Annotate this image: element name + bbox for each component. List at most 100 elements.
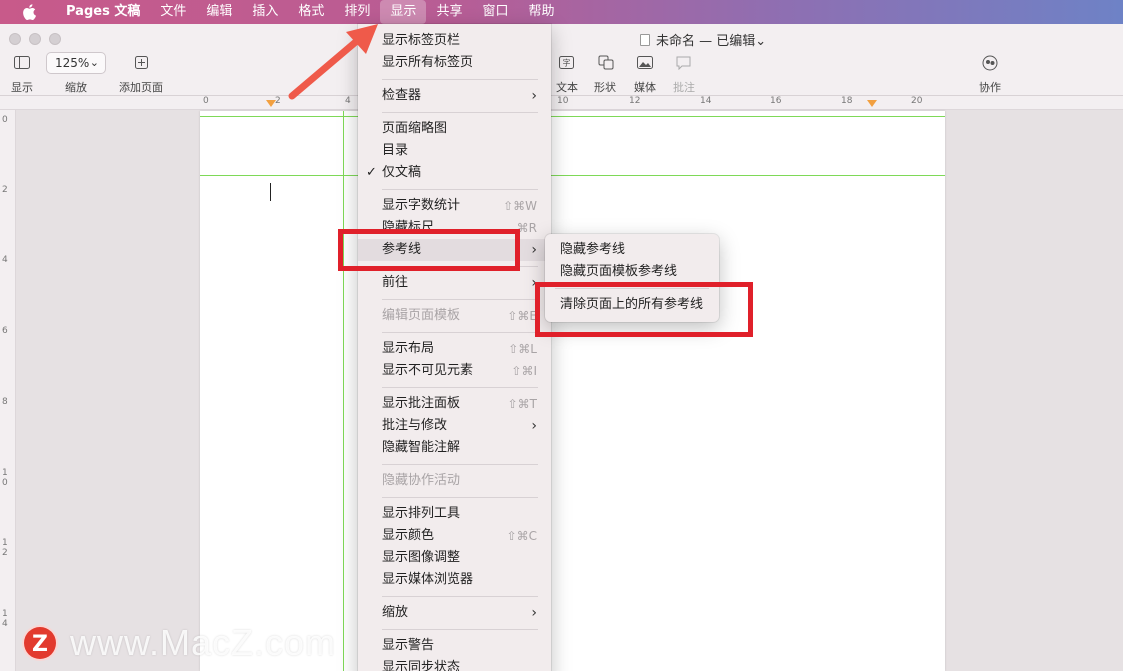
- alignment-guide[interactable]: [343, 111, 344, 671]
- menu-app-pages[interactable]: Pages 文稿: [56, 0, 150, 24]
- menu-shortcut: ⇧⌘I: [511, 364, 537, 378]
- menu-item-label: 显示字数统计: [382, 198, 461, 213]
- menu-item-label: 隐藏协作活动: [382, 473, 461, 488]
- ruler-tick: 0: [2, 115, 8, 125]
- zoom-label: 缩放: [65, 81, 87, 94]
- menu-item-go-to[interactable]: 前往 ›: [358, 272, 551, 294]
- ruler-tick: 8: [2, 397, 8, 407]
- alignment-guide[interactable]: [200, 116, 945, 117]
- menu-item-image-adjust[interactable]: 显示图像调整: [358, 547, 551, 569]
- add-page-icon[interactable]: [135, 56, 148, 69]
- menu-item-hide-collab-activity[interactable]: 隐藏协作活动: [358, 470, 551, 492]
- checkmark-icon: ✓: [366, 165, 377, 180]
- menu-item-arrange-tools[interactable]: 显示排列工具: [358, 503, 551, 525]
- right-indent-marker[interactable]: [867, 100, 877, 107]
- menu-separator: [382, 189, 538, 190]
- menu-item-label: 批注与修改: [382, 418, 448, 433]
- menu-item-document-only[interactable]: ✓ 仅文稿: [358, 162, 551, 184]
- menu-separator: [382, 497, 538, 498]
- document-page[interactable]: [200, 111, 945, 671]
- shape-icon[interactable]: [598, 55, 614, 70]
- comment-icon[interactable]: [676, 56, 691, 70]
- ruler-tick: 1 4: [2, 609, 8, 629]
- menu-item-word-count[interactable]: 显示字数统计 ⇧⌘W: [358, 195, 551, 217]
- zoom-dropdown[interactable]: 125% ⌄: [46, 52, 106, 74]
- menu-file[interactable]: 文件: [150, 0, 196, 24]
- apple-icon[interactable]: [22, 4, 36, 20]
- menu-item-page-thumbnails[interactable]: 页面缩略图: [358, 118, 551, 140]
- left-indent-marker[interactable]: [266, 100, 276, 107]
- menu-item-label: 前往: [382, 275, 409, 290]
- highlight-box-clear-guides: [535, 282, 753, 337]
- menu-item-label: 编辑页面模板: [382, 308, 461, 323]
- menu-separator: [382, 299, 538, 300]
- document-icon: [640, 34, 650, 46]
- chevron-right-icon: ›: [531, 605, 537, 621]
- menu-item-label: 仅文稿: [382, 165, 422, 180]
- menu-item-label: 显示排列工具: [382, 506, 461, 521]
- ruler-tick: 18: [841, 96, 853, 106]
- menu-item-show-invisibles[interactable]: 显示不可见元素 ⇧⌘I: [358, 360, 551, 382]
- watermark-logo: Z: [22, 625, 58, 661]
- horizontal-ruler[interactable]: 0 2 4 10 12 14 16 18 20: [0, 96, 1123, 110]
- menu-item-show-colors[interactable]: 显示颜色 ⇧⌘C: [358, 525, 551, 547]
- window-toolbar: 未命名 — 已编辑⌄ 显示 125% ⌄ 缩放 添加页面 字 文本 形状 媒体 …: [0, 24, 1123, 96]
- menu-item-show-layout[interactable]: 显示布局 ⇧⌘L: [358, 338, 551, 360]
- ruler-tick: 12: [629, 96, 641, 106]
- zoom-value: 125%: [55, 56, 90, 70]
- menu-item-zoom[interactable]: 缩放 ›: [358, 602, 551, 624]
- menu-shortcut: ⇧⌘L: [508, 342, 537, 356]
- chevron-down-icon: ⌄: [755, 34, 767, 49]
- menu-shortcut: ⇧⌘W: [503, 199, 537, 213]
- zoom-window-button[interactable]: [49, 33, 61, 45]
- ruler-tick: 16: [770, 96, 782, 106]
- submenu-item-label: 隐藏页面模板参考线: [560, 264, 678, 279]
- close-window-button[interactable]: [9, 33, 21, 45]
- text-label: 文本: [556, 81, 578, 94]
- menu-item-toc[interactable]: 目录: [358, 140, 551, 162]
- minimize-window-button[interactable]: [29, 33, 41, 45]
- menu-item-edit-page-template[interactable]: 编辑页面模板 ⇧⌘E: [358, 305, 551, 327]
- alignment-guide[interactable]: [200, 175, 945, 176]
- menu-help[interactable]: 帮助: [518, 0, 564, 24]
- ruler-tick: 20: [911, 96, 923, 106]
- submenu-item-hide-template-guides[interactable]: 隐藏页面模板参考线: [545, 261, 719, 283]
- submenu-item-label: 隐藏参考线: [560, 242, 626, 257]
- ruler-tick: 1 2: [2, 538, 8, 558]
- menu-item-label: 隐藏智能注解: [382, 440, 461, 455]
- menu-item-comments-changes[interactable]: 批注与修改 ›: [358, 415, 551, 437]
- submenu-item-hide-guides[interactable]: 隐藏参考线: [545, 239, 719, 261]
- document-title-text: 未命名 — 已编辑: [656, 34, 756, 49]
- menu-item-media-browser[interactable]: 显示媒体浏览器: [358, 569, 551, 591]
- menu-edit[interactable]: 编辑: [196, 0, 242, 24]
- menu-window[interactable]: 窗口: [472, 0, 518, 24]
- menu-item-sync-status[interactable]: 显示同步状态: [358, 657, 551, 671]
- menu-shortcut: ⇧⌘T: [507, 397, 537, 411]
- media-label: 媒体: [634, 81, 656, 94]
- menu-item-comments-pane[interactable]: 显示批注面板 ⇧⌘T: [358, 393, 551, 415]
- menu-separator: [382, 387, 538, 388]
- menu-item-label: 显示图像调整: [382, 550, 461, 565]
- chevron-right-icon: ›: [531, 88, 537, 104]
- chevron-down-icon: ⌄: [89, 56, 99, 69]
- media-icon[interactable]: [637, 56, 653, 69]
- sidebar-icon[interactable]: [14, 56, 30, 69]
- menu-separator: [382, 112, 538, 113]
- menu-shortcut: ⇧⌘E: [507, 309, 537, 323]
- comment-label: 批注: [673, 81, 695, 94]
- svg-text:字: 字: [563, 58, 571, 68]
- menu-separator: [382, 79, 538, 80]
- text-box-icon[interactable]: 字: [559, 56, 574, 69]
- document-title[interactable]: 未命名 — 已编辑⌄: [640, 30, 766, 49]
- menu-item-show-warnings[interactable]: 显示警告: [358, 635, 551, 657]
- menu-share[interactable]: 共享: [426, 0, 472, 24]
- add-page-label: 添加页面: [119, 81, 163, 94]
- menu-item-label: 页面缩略图: [382, 121, 448, 136]
- collaborate-icon[interactable]: [981, 55, 999, 71]
- menu-item-label: 显示布局: [382, 341, 435, 356]
- chevron-right-icon: ›: [531, 242, 537, 258]
- menu-item-hide-smart-annotations[interactable]: 隐藏智能注解: [358, 437, 551, 459]
- menu-separator: [382, 596, 538, 597]
- menu-shortcut: ⇧⌘C: [506, 529, 537, 543]
- vertical-ruler[interactable]: 0 2 4 6 8 1 0 1 2 1 4: [0, 110, 16, 671]
